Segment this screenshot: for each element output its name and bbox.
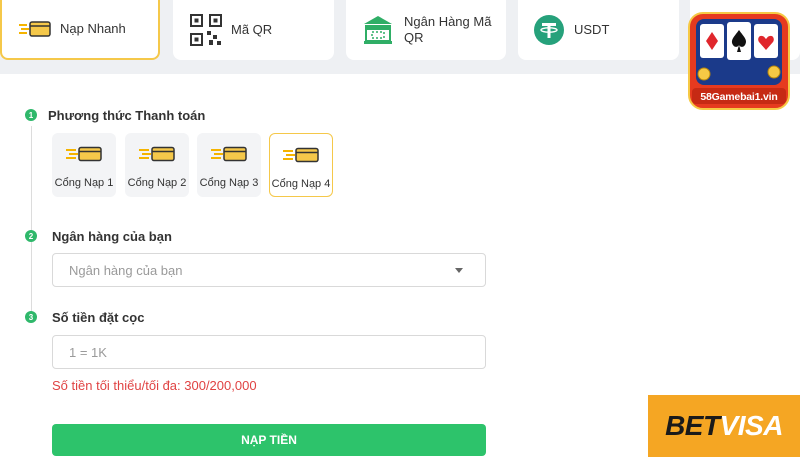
tab-label: Mã QR [231,22,273,37]
step-title-payment-method: Phương thức Thanh toán [48,108,206,123]
bank-select-placeholder: Ngân hàng của bạn [69,262,183,278]
step-connector [31,126,32,316]
deposit-amount-input[interactable] [52,335,486,369]
gate-label: Cổng Nạp 2 [127,177,187,189]
step-title-bank: Ngân hàng của bạn [52,229,172,244]
gate-label: Cổng Nạp 3 [199,177,259,189]
bank-icon [362,14,394,46]
card-fast-icon [281,147,321,168]
betvisa-text-part1: BET [665,410,720,441]
gate-label: Cổng Nạp 1 [54,177,114,189]
step-number: 3 [25,311,37,323]
deposit-submit-button[interactable]: NẠP TIỀN [52,424,486,456]
tab-label: USDT [574,22,610,37]
card-fast-icon [137,146,177,167]
gate-option-2[interactable]: Cổng Nạp 2 [125,133,189,197]
betvisa-text-part2: VISA [719,410,784,441]
chevron-down-icon [455,268,463,273]
payment-method-tabs: Nạp Nhanh Mã QR Ngân Hàng Mã QR USDT [0,0,800,72]
site-logo: 58Gamebai1.vin [688,12,790,110]
gate-option-4[interactable]: Cổng Nạp 4 [269,133,333,197]
amount-limit-hint: Số tiền tối thiểu/tối đa: 300/200,000 [52,378,257,393]
card-fast-icon [64,146,104,167]
step-number: 1 [25,109,37,121]
tab-usdt[interactable]: USDT [518,0,679,60]
card-fast-icon [209,146,249,167]
gate-option-1[interactable]: Cổng Nạp 1 [52,133,116,197]
site-name: 58Gamebai1.vin [700,91,778,103]
step-title-deposit-amount: Số tiền đặt cọc [52,310,145,325]
tether-icon [534,15,564,45]
tab-label: Nạp Nhanh [60,21,126,36]
tab-label: Ngân Hàng Mã QR [404,14,492,45]
tab-nap-nhanh[interactable]: Nạp Nhanh [0,0,160,60]
tab-ma-qr[interactable]: Mã QR [173,0,334,60]
gate-label: Cổng Nạp 4 [271,178,331,190]
betvisa-logo: BET VISA [648,395,800,457]
tab-ngan-hang-ma-qr[interactable]: Ngân Hàng Mã QR [346,0,506,60]
card-fast-icon [18,19,52,39]
bank-select[interactable]: Ngân hàng của bạn [52,253,486,287]
qr-code-icon [189,13,223,47]
gate-option-3[interactable]: Cổng Nạp 3 [197,133,261,197]
step-number: 2 [25,230,37,242]
